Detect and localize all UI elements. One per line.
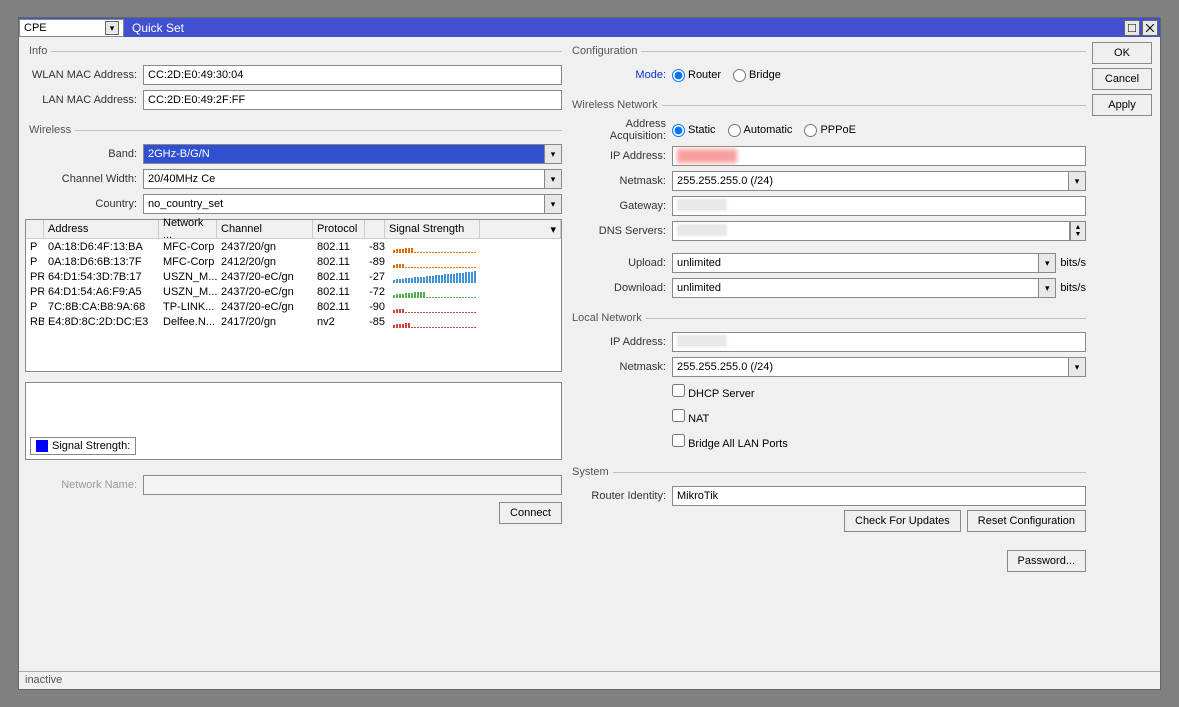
- local-ip-label: IP Address:: [568, 336, 672, 348]
- signal-graph-legend: Signal Strength:: [30, 437, 136, 455]
- download-unit: bits/s: [1060, 282, 1086, 294]
- wireless-network-legend: Wireless Network: [568, 99, 662, 111]
- cancel-button[interactable]: Cancel: [1092, 68, 1152, 90]
- local-netmask-label: Netmask:: [568, 361, 672, 373]
- titlebar: CPE ▾ Quick Set: [19, 18, 1160, 37]
- minimize-icon[interactable]: [1124, 20, 1140, 36]
- netmask-label: Netmask:: [568, 175, 672, 187]
- country-label: Country:: [25, 198, 143, 210]
- dropdown-icon[interactable]: ▾: [105, 21, 119, 35]
- dropdown-icon[interactable]: ▾: [544, 169, 562, 189]
- mode-router-radio[interactable]: Router: [672, 69, 721, 82]
- mode-bridge-radio[interactable]: Bridge: [733, 69, 781, 82]
- dropdown-icon[interactable]: ▾: [1038, 278, 1056, 298]
- acq-auto-radio[interactable]: Automatic: [728, 124, 793, 137]
- col-sig-num[interactable]: [365, 220, 385, 238]
- close-icon[interactable]: [1142, 20, 1158, 36]
- system-legend: System: [568, 466, 613, 478]
- network-scan-grid[interactable]: Address Network ... Channel Protocol Sig…: [25, 219, 562, 372]
- mode-selector-value: CPE: [24, 22, 47, 34]
- upload-unit: bits/s: [1060, 257, 1086, 269]
- lan-mac-label: LAN MAC Address:: [25, 94, 143, 106]
- upload-label: Upload:: [568, 257, 672, 269]
- dns-field[interactable]: [672, 221, 1070, 241]
- window-title: Quick Set: [132, 21, 184, 35]
- signal-graph-label: Signal Strength:: [52, 440, 130, 452]
- dhcp-checkbox[interactable]: DHCP Server: [672, 384, 755, 400]
- local-netmask-select[interactable]: [672, 357, 1068, 377]
- ip-field[interactable]: [672, 146, 1086, 166]
- col-network[interactable]: Network ...: [159, 220, 217, 238]
- apply-button[interactable]: Apply: [1092, 94, 1152, 116]
- local-network-legend: Local Network: [568, 312, 646, 324]
- acq-label: Address Acquisition:: [568, 118, 672, 142]
- dropdown-icon[interactable]: ▾: [544, 194, 562, 214]
- ip-label: IP Address:: [568, 150, 672, 162]
- ok-button[interactable]: OK: [1092, 42, 1152, 64]
- wlan-mac-field[interactable]: [143, 65, 562, 85]
- mode-label: Mode:: [568, 69, 672, 81]
- download-select[interactable]: [672, 278, 1038, 298]
- wireless-group: Wireless Band: ▾ Channel Width: ▾: [25, 124, 562, 529]
- table-row[interactable]: P7C:8B:CA:B8:9A:68TP-LINK...2437/20-eC/g…: [26, 299, 561, 314]
- identity-field[interactable]: [672, 486, 1086, 506]
- info-legend: Info: [25, 45, 51, 57]
- configuration-legend: Configuration: [568, 45, 641, 57]
- local-ip-field[interactable]: [672, 332, 1086, 352]
- legend-color-icon: [36, 440, 48, 452]
- col-prefix[interactable]: [26, 220, 44, 238]
- mode-selector[interactable]: CPE ▾: [19, 19, 124, 37]
- gateway-field[interactable]: [672, 196, 1086, 216]
- info-group: Info WLAN MAC Address: LAN MAC Address:: [25, 45, 562, 116]
- bridge-checkbox[interactable]: Bridge All LAN Ports: [672, 434, 788, 450]
- system-group: System Router Identity: Check For Update…: [568, 466, 1086, 577]
- col-channel[interactable]: Channel: [217, 220, 313, 238]
- dropdown-icon[interactable]: ▾: [1068, 171, 1086, 191]
- table-row[interactable]: RBE4:8D:8C:2D:DC:E3Delfee.N...2417/20/gn…: [26, 314, 561, 329]
- network-name-field[interactable]: [143, 475, 562, 495]
- identity-label: Router Identity:: [568, 490, 672, 502]
- table-row[interactable]: P0A:18:D6:6B:13:7FMFC-Corp2412/20/gn802.…: [26, 254, 561, 269]
- download-label: Download:: [568, 282, 672, 294]
- network-name-label: Network Name:: [25, 479, 143, 491]
- dropdown-icon[interactable]: ▾: [1068, 357, 1086, 377]
- signal-graph: Signal Strength:: [25, 382, 562, 460]
- dns-label: DNS Servers:: [568, 225, 672, 237]
- chwidth-select[interactable]: [143, 169, 544, 189]
- acq-pppoe-radio[interactable]: PPPoE: [804, 124, 855, 137]
- dropdown-icon[interactable]: ▾: [544, 144, 562, 164]
- netmask-select[interactable]: [672, 171, 1068, 191]
- band-label: Band:: [25, 148, 143, 160]
- acq-static-radio[interactable]: Static: [672, 124, 716, 137]
- status-bar: inactive: [19, 671, 1160, 689]
- wireless-network-group: Wireless Network Address Acquisition: St…: [568, 99, 1086, 304]
- col-address[interactable]: Address: [44, 220, 159, 238]
- table-row[interactable]: PR64:D1:54:3D:7B:17USZN_M...2437/20-eC/g…: [26, 269, 561, 284]
- connect-button[interactable]: Connect: [499, 502, 562, 524]
- check-updates-button[interactable]: Check For Updates: [844, 510, 961, 532]
- configuration-group: Configuration Mode: Router Bridge: [568, 45, 1086, 91]
- wlan-mac-label: WLAN MAC Address:: [25, 69, 143, 81]
- quickset-window: CPE ▾ Quick Set Info WLAN MAC Address: L…: [18, 17, 1161, 690]
- reset-config-button[interactable]: Reset Configuration: [967, 510, 1086, 532]
- chwidth-label: Channel Width:: [25, 173, 143, 185]
- band-select[interactable]: [143, 144, 544, 164]
- password-button[interactable]: Password...: [1007, 550, 1086, 572]
- col-protocol[interactable]: Protocol: [313, 220, 365, 238]
- nat-checkbox[interactable]: NAT: [672, 409, 709, 425]
- table-row[interactable]: P0A:18:D6:4F:13:BAMFC-Corp2437/20/gn802.…: [26, 239, 561, 254]
- local-network-group: Local Network IP Address: Netmask: ▾ DHC…: [568, 312, 1086, 458]
- col-signal[interactable]: Signal Strength: [385, 220, 480, 238]
- dns-updown-icon[interactable]: ▲▼: [1070, 221, 1086, 241]
- upload-select[interactable]: [672, 253, 1038, 273]
- dropdown-icon[interactable]: ▾: [1038, 253, 1056, 273]
- table-row[interactable]: PR64:D1:54:A6:F9:A5USZN_M...2437/20-eC/g…: [26, 284, 561, 299]
- country-select[interactable]: [143, 194, 544, 214]
- gateway-label: Gateway:: [568, 200, 672, 212]
- lan-mac-field[interactable]: [143, 90, 562, 110]
- wireless-legend: Wireless: [25, 124, 75, 136]
- col-menu[interactable]: ▾: [480, 220, 561, 238]
